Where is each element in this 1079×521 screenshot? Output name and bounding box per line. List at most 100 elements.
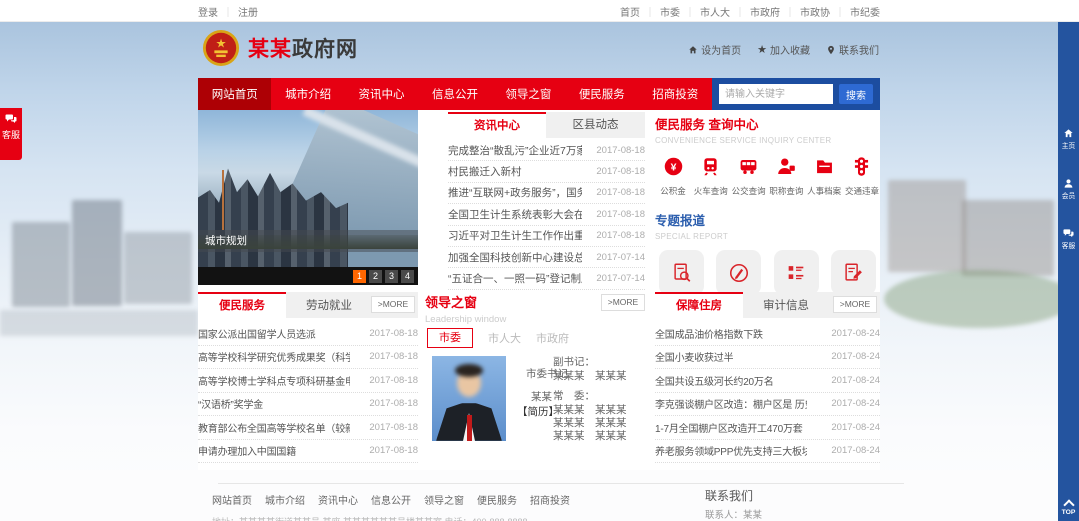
housing-more-button[interactable]: >MORE — [833, 296, 877, 313]
nav-item-home[interactable]: 网站首页 — [198, 78, 271, 110]
list-item[interactable]: 李克强谈棚户区改造：棚户区是 历史欠账.2017-08-24 — [655, 393, 880, 417]
service-archives[interactable]: 人事档案 — [806, 156, 842, 197]
home-icon — [1063, 128, 1074, 139]
topbar-link-shiwei[interactable]: 市委 — [660, 4, 680, 19]
search-bar: 搜索 — [712, 78, 880, 110]
footer-link[interactable]: 城市介绍 — [265, 492, 305, 507]
news-item-title: 完成整治“散乱污”企业近7万家 — [448, 143, 582, 158]
footer-link[interactable]: 招商投资 — [530, 492, 570, 507]
train-icon — [700, 156, 721, 177]
topbar-link-home[interactable]: 首页 — [620, 4, 640, 19]
news-item[interactable]: 习近平对卫生计生工作作出重要指示2017-08-18 — [448, 226, 645, 247]
deputy-names: 某某某 某某某 — [553, 368, 627, 383]
footer-link[interactable]: 领导之窗 — [424, 492, 464, 507]
news-item-title: 推进“互联网+政务服务”，国务院这些举措 — [448, 185, 582, 200]
carousel-pager: 1 2 3 4 — [198, 267, 418, 285]
search-button[interactable]: 搜索 — [839, 84, 873, 104]
list-item[interactable]: 全国共设五级河长约20万名2017-08-24 — [655, 369, 880, 393]
register-link[interactable]: 注册 — [238, 8, 258, 19]
tab-housing[interactable]: 保障住房 — [655, 292, 743, 318]
tab-shizhengfu[interactable]: 市政府 — [536, 330, 569, 346]
list-item[interactable]: “汉语桥”奖学金2017-08-18 — [198, 393, 418, 417]
service-traffic[interactable]: 交通违章 — [844, 156, 880, 197]
list-item[interactable]: 高等学校科学研究优秀成果奖（科学技术）2017-08-18 — [198, 346, 418, 370]
nav-item-leaders[interactable]: 领导之窗 — [492, 78, 565, 110]
convenience-more-button[interactable]: >MORE — [371, 296, 415, 313]
service-fund[interactable]: ¥ 公积金 — [655, 156, 691, 197]
home-icon — [688, 45, 698, 55]
tab-district-news[interactable]: 区县动态 — [546, 112, 645, 138]
pager-dot-1[interactable]: 1 — [353, 270, 366, 283]
set-home-link[interactable]: 设为首页 — [688, 42, 741, 57]
traffic-light-icon — [851, 156, 872, 177]
nav-item-disclosure[interactable]: 信息公开 — [418, 78, 491, 110]
pager-dot-2[interactable]: 2 — [369, 270, 382, 283]
news-item-date: 2017-08-18 — [596, 145, 645, 156]
auth-links: 登录｜注册 — [198, 4, 258, 19]
news-item[interactable]: 村民搬迁入新村2017-08-18 — [448, 161, 645, 182]
service-train[interactable]: 火车查询 — [693, 156, 729, 197]
login-link[interactable]: 登录 — [198, 8, 218, 19]
news-item[interactable]: 完成整治“散乱污”企业近7万家 2017-08-18 — [448, 140, 645, 161]
news-item[interactable]: 推进“互联网+政务服务”，国务院这些举措 2017-08-18 — [448, 183, 645, 204]
nav-item-investment[interactable]: 招商投资 — [639, 78, 712, 110]
pager-dot-3[interactable]: 3 — [385, 270, 398, 283]
news-tabs: 资讯中心 区县动态 — [448, 112, 645, 138]
tab-shiwei[interactable]: 市委 — [427, 328, 473, 348]
footer-link[interactable]: 便民服务 — [477, 492, 517, 507]
back-to-top-button[interactable]: TOP — [1058, 501, 1079, 516]
search-input[interactable] — [719, 84, 833, 104]
list-item[interactable]: 全国成品油价格指数下跌2017-08-24 — [655, 322, 880, 346]
svg-text:★: ★ — [215, 37, 226, 51]
photo-carousel[interactable]: 城市规划 1 2 3 4 — [198, 110, 418, 285]
topbar-link-zhengxie[interactable]: 市政协 — [800, 4, 830, 19]
tab-employment[interactable]: 劳动就业 — [286, 297, 372, 313]
nav-item-services[interactable]: 便民服务 — [565, 78, 638, 110]
leader-portrait-photo[interactable] — [432, 356, 506, 441]
nav-item-city[interactable]: 城市介绍 — [271, 78, 344, 110]
topbar-link-jiwei[interactable]: 市纪委 — [850, 4, 880, 19]
tab-news-center[interactable]: 资讯中心 — [448, 112, 546, 138]
list-item[interactable]: 国家公派出国留学人员选派2017-08-18 — [198, 322, 418, 346]
tab-audit[interactable]: 审计信息 — [743, 297, 829, 313]
service-icons-row: ¥ 公积金 火车查询 公交查询 职称查询 人事档案 — [655, 156, 880, 197]
leadership-more-button[interactable]: >MORE — [601, 294, 645, 311]
convenience-section: 便民服务 劳动就业 >MORE 国家公派出国留学人员选派2017-08-18 高… — [198, 292, 418, 463]
list-item[interactable]: 1-7月全国棚户区改造开工470万套2017-08-24 — [655, 416, 880, 440]
person-badge-icon — [776, 156, 797, 177]
favorite-link[interactable]: ★ 加入收藏 — [757, 42, 810, 57]
floating-sidebar: 主页 会员 客服 TOP — [1058, 22, 1079, 521]
footer-link[interactable]: 资讯中心 — [318, 492, 358, 507]
nav-item-news[interactable]: 资讯中心 — [345, 78, 418, 110]
contact-link[interactable]: 联系我们 — [826, 42, 879, 57]
pager-dot-4[interactable]: 4 — [401, 270, 414, 283]
footer-link[interactable]: 信息公开 — [371, 492, 411, 507]
tab-shirenda[interactable]: 市人大 — [488, 330, 521, 346]
list-item[interactable]: 全国小麦收获过半2017-08-24 — [655, 346, 880, 370]
footer-link[interactable]: 网站首页 — [212, 492, 252, 507]
news-item-title: 全国卫生计生系统表彰大会在京召开 — [448, 207, 582, 222]
news-item[interactable]: 加强全国科技创新中心建设总体方案的通知2017-07-14 — [448, 247, 645, 268]
leader-name: 某某 — [531, 389, 552, 404]
tab-convenience[interactable]: 便民服务 — [198, 292, 286, 318]
left-support-tag[interactable]: 客服 — [0, 108, 22, 160]
sidebar-support-button[interactable]: 客服 — [1058, 228, 1079, 251]
list-item[interactable]: 养老服务领域PPP优先支持三大板块2017-08-24 — [655, 440, 880, 464]
news-item-date: 2017-08-18 — [596, 187, 645, 198]
location-pin-icon — [826, 45, 836, 55]
list-item[interactable]: 申请办理加入中国国籍2017-08-18 — [198, 440, 418, 464]
news-item[interactable]: “五证合一、一照一码”登记制度改革的通知2017-07-14 — [448, 268, 645, 289]
sidebar-home-button[interactable]: 主页 — [1058, 128, 1079, 151]
news-item[interactable]: 全国卫生计生系统表彰大会在京召开2017-08-18 — [448, 204, 645, 225]
topbar-link-renda[interactable]: 市人大 — [700, 4, 730, 19]
service-title-check[interactable]: 职称查询 — [768, 156, 804, 197]
topbar-link-zhengfu[interactable]: 市政府 — [750, 4, 780, 19]
list-item[interactable]: 高等学校博士学科点专项科研基金申请2017-08-18 — [198, 369, 418, 393]
service-bus[interactable]: 公交查询 — [731, 156, 767, 197]
carousel-caption: 城市规划 — [198, 230, 418, 252]
main-navbar: 网站首页 城市介绍 资讯中心 信息公开 领导之窗 便民服务 招商投资 — [198, 78, 712, 110]
sidebar-member-button[interactable]: 会员 — [1058, 178, 1079, 201]
services-title: 便民服务 查询中心 — [655, 114, 880, 133]
list-item[interactable]: 教育部公布全国高等学校名单（较新）2017-08-18 — [198, 416, 418, 440]
site-logo[interactable]: ★ 某某政府网 — [202, 29, 358, 67]
